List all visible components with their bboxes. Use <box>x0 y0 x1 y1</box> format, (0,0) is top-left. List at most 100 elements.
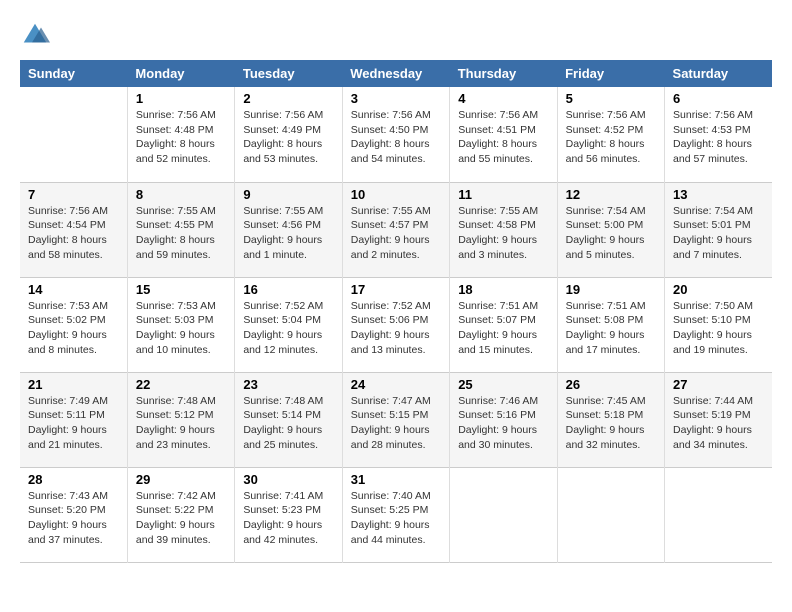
day-number: 16 <box>243 282 333 297</box>
day-number: 10 <box>351 187 441 202</box>
day-info: Sunrise: 7:42 AM Sunset: 5:22 PM Dayligh… <box>136 489 226 548</box>
day-number: 13 <box>673 187 764 202</box>
calendar-cell: 16 Sunrise: 7:52 AM Sunset: 5:04 PM Dayli… <box>235 277 342 372</box>
calendar-cell: 27 Sunrise: 7:44 AM Sunset: 5:19 PM Dayli… <box>665 372 772 467</box>
column-header-saturday: Saturday <box>665 60 772 87</box>
calendar-cell: 13 Sunrise: 7:54 AM Sunset: 5:01 PM Dayli… <box>665 182 772 277</box>
day-info: Sunrise: 7:55 AM Sunset: 4:57 PM Dayligh… <box>351 204 441 263</box>
logo <box>20 20 52 50</box>
day-info: Sunrise: 7:45 AM Sunset: 5:18 PM Dayligh… <box>566 394 656 453</box>
calendar-cell <box>557 467 664 562</box>
day-info: Sunrise: 7:52 AM Sunset: 5:04 PM Dayligh… <box>243 299 333 358</box>
calendar-cell: 18Sunrise: 7:51 AM Sunset: 5:07 PM Dayli… <box>450 277 557 372</box>
calendar-cell: 26 Sunrise: 7:45 AM Sunset: 5:18 PM Dayli… <box>557 372 664 467</box>
calendar-cell: 24 Sunrise: 7:47 AM Sunset: 5:15 PM Dayli… <box>342 372 449 467</box>
calendar-cell: 10 Sunrise: 7:55 AM Sunset: 4:57 PM Dayli… <box>342 182 449 277</box>
calendar-cell: 9 Sunrise: 7:55 AM Sunset: 4:56 PM Daylig… <box>235 182 342 277</box>
calendar-cell: 31Sunrise: 7:40 AM Sunset: 5:25 PM Dayli… <box>342 467 449 562</box>
page-header <box>20 20 772 50</box>
week-row-1: 1Sunrise: 7:56 AM Sunset: 4:48 PM Daylig… <box>20 87 772 182</box>
calendar-cell: 25 Sunrise: 7:46 AM Sunset: 5:16 PM Dayli… <box>450 372 557 467</box>
calendar-cell: 4Sunrise: 7:56 AM Sunset: 4:51 PM Daylig… <box>450 87 557 182</box>
day-number: 26 <box>566 377 656 392</box>
calendar-cell: 1Sunrise: 7:56 AM Sunset: 4:48 PM Daylig… <box>127 87 234 182</box>
day-number: 24 <box>351 377 441 392</box>
day-info: Sunrise: 7:46 AM Sunset: 5:16 PM Dayligh… <box>458 394 548 453</box>
day-number: 21 <box>28 377 119 392</box>
calendar-cell: 15 Sunrise: 7:53 AM Sunset: 5:03 PM Dayli… <box>127 277 234 372</box>
logo-icon <box>20 20 50 50</box>
week-row-4: 21 Sunrise: 7:49 AM Sunset: 5:11 PM Dayli… <box>20 372 772 467</box>
header-row: SundayMondayTuesdayWednesdayThursdayFrid… <box>20 60 772 87</box>
calendar-table: SundayMondayTuesdayWednesdayThursdayFrid… <box>20 60 772 563</box>
calendar-cell: 29 Sunrise: 7:42 AM Sunset: 5:22 PM Dayli… <box>127 467 234 562</box>
week-row-2: 7Sunrise: 7:56 AM Sunset: 4:54 PM Daylig… <box>20 182 772 277</box>
day-info: Sunrise: 7:48 AM Sunset: 5:12 PM Dayligh… <box>136 394 226 453</box>
calendar-cell: 2Sunrise: 7:56 AM Sunset: 4:49 PM Daylig… <box>235 87 342 182</box>
day-info: Sunrise: 7:51 AM Sunset: 5:08 PM Dayligh… <box>566 299 656 358</box>
calendar-cell: 12 Sunrise: 7:54 AM Sunset: 5:00 PM Dayli… <box>557 182 664 277</box>
calendar-cell: 3 Sunrise: 7:56 AM Sunset: 4:50 PM Daylig… <box>342 87 449 182</box>
day-info: Sunrise: 7:55 AM Sunset: 4:55 PM Dayligh… <box>136 204 226 263</box>
day-number: 11 <box>458 187 548 202</box>
day-number: 8 <box>136 187 226 202</box>
day-number: 30 <box>243 472 333 487</box>
day-info: Sunrise: 7:47 AM Sunset: 5:15 PM Dayligh… <box>351 394 441 453</box>
day-info: Sunrise: 7:52 AM Sunset: 5:06 PM Dayligh… <box>351 299 441 358</box>
day-info: Sunrise: 7:41 AM Sunset: 5:23 PM Dayligh… <box>243 489 333 548</box>
day-info: Sunrise: 7:56 AM Sunset: 4:51 PM Dayligh… <box>458 108 548 167</box>
day-number: 15 <box>136 282 226 297</box>
calendar-cell: 20 Sunrise: 7:50 AM Sunset: 5:10 PM Dayli… <box>665 277 772 372</box>
day-info: Sunrise: 7:48 AM Sunset: 5:14 PM Dayligh… <box>243 394 333 453</box>
day-number: 29 <box>136 472 226 487</box>
day-number: 17 <box>351 282 441 297</box>
day-number: 6 <box>673 91 764 106</box>
calendar-cell: 28 Sunrise: 7:43 AM Sunset: 5:20 PM Dayli… <box>20 467 127 562</box>
day-info: Sunrise: 7:53 AM Sunset: 5:02 PM Dayligh… <box>28 299 119 358</box>
column-header-sunday: Sunday <box>20 60 127 87</box>
week-row-5: 28 Sunrise: 7:43 AM Sunset: 5:20 PM Dayli… <box>20 467 772 562</box>
day-info: Sunrise: 7:54 AM Sunset: 5:01 PM Dayligh… <box>673 204 764 263</box>
day-number: 27 <box>673 377 764 392</box>
day-info: Sunrise: 7:56 AM Sunset: 4:48 PM Dayligh… <box>136 108 226 167</box>
day-info: Sunrise: 7:50 AM Sunset: 5:10 PM Dayligh… <box>673 299 764 358</box>
day-number: 19 <box>566 282 656 297</box>
column-header-wednesday: Wednesday <box>342 60 449 87</box>
day-info: Sunrise: 7:44 AM Sunset: 5:19 PM Dayligh… <box>673 394 764 453</box>
calendar-cell <box>450 467 557 562</box>
calendar-cell <box>665 467 772 562</box>
day-number: 20 <box>673 282 764 297</box>
day-info: Sunrise: 7:55 AM Sunset: 4:56 PM Dayligh… <box>243 204 333 263</box>
calendar-cell: 19 Sunrise: 7:51 AM Sunset: 5:08 PM Dayli… <box>557 277 664 372</box>
week-row-3: 14 Sunrise: 7:53 AM Sunset: 5:02 PM Dayli… <box>20 277 772 372</box>
day-info: Sunrise: 7:43 AM Sunset: 5:20 PM Dayligh… <box>28 489 119 548</box>
calendar-cell: 8 Sunrise: 7:55 AM Sunset: 4:55 PM Daylig… <box>127 182 234 277</box>
calendar-cell: 30 Sunrise: 7:41 AM Sunset: 5:23 PM Dayli… <box>235 467 342 562</box>
day-number: 7 <box>28 187 119 202</box>
column-header-tuesday: Tuesday <box>235 60 342 87</box>
day-number: 14 <box>28 282 119 297</box>
day-info: Sunrise: 7:55 AM Sunset: 4:58 PM Dayligh… <box>458 204 548 263</box>
day-number: 23 <box>243 377 333 392</box>
calendar-cell: 6 Sunrise: 7:56 AM Sunset: 4:53 PM Daylig… <box>665 87 772 182</box>
column-header-friday: Friday <box>557 60 664 87</box>
day-info: Sunrise: 7:56 AM Sunset: 4:50 PM Dayligh… <box>351 108 441 167</box>
day-info: Sunrise: 7:56 AM Sunset: 4:53 PM Dayligh… <box>673 108 764 167</box>
column-header-monday: Monday <box>127 60 234 87</box>
calendar-cell: 21 Sunrise: 7:49 AM Sunset: 5:11 PM Dayli… <box>20 372 127 467</box>
day-number: 5 <box>566 91 656 106</box>
day-number: 3 <box>351 91 441 106</box>
day-number: 12 <box>566 187 656 202</box>
calendar-cell: 17 Sunrise: 7:52 AM Sunset: 5:06 PM Dayli… <box>342 277 449 372</box>
day-info: Sunrise: 7:54 AM Sunset: 5:00 PM Dayligh… <box>566 204 656 263</box>
day-info: Sunrise: 7:56 AM Sunset: 4:52 PM Dayligh… <box>566 108 656 167</box>
day-info: Sunrise: 7:40 AM Sunset: 5:25 PM Dayligh… <box>351 489 441 548</box>
day-info: Sunrise: 7:49 AM Sunset: 5:11 PM Dayligh… <box>28 394 119 453</box>
day-info: Sunrise: 7:51 AM Sunset: 5:07 PM Dayligh… <box>458 299 548 358</box>
calendar-cell <box>20 87 127 182</box>
day-number: 9 <box>243 187 333 202</box>
day-number: 28 <box>28 472 119 487</box>
day-number: 25 <box>458 377 548 392</box>
day-info: Sunrise: 7:53 AM Sunset: 5:03 PM Dayligh… <box>136 299 226 358</box>
calendar-cell: 7Sunrise: 7:56 AM Sunset: 4:54 PM Daylig… <box>20 182 127 277</box>
